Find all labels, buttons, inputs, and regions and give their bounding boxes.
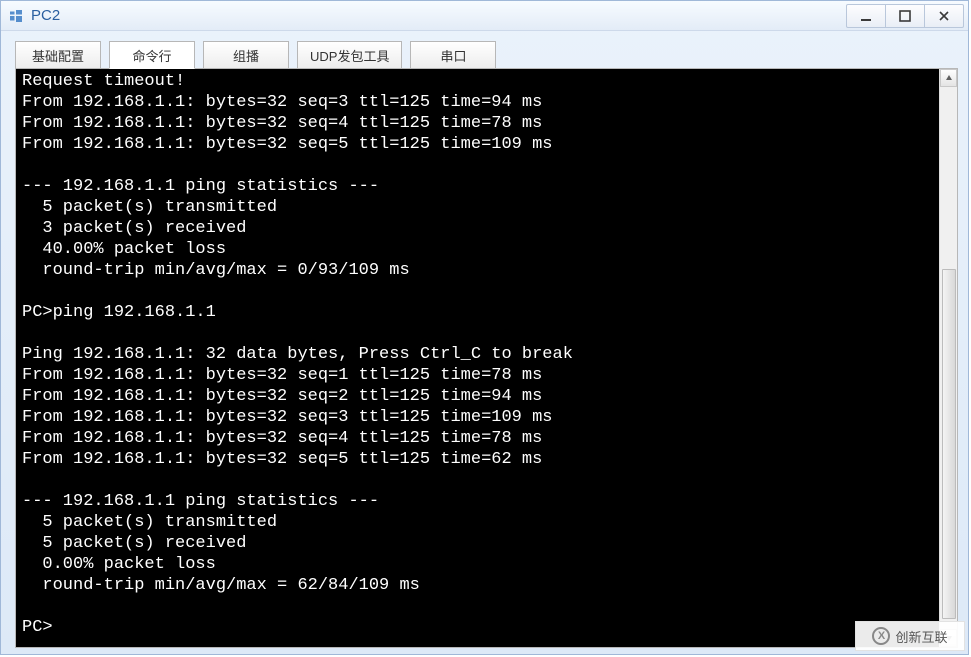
titlebar[interactable]: PC2: [1, 1, 968, 31]
scroll-up-button[interactable]: [940, 69, 957, 87]
terminal-output[interactable]: Request timeout! From 192.168.1.1: bytes…: [16, 69, 939, 647]
tab-label: 命令行: [132, 46, 171, 65]
close-button[interactable]: [924, 4, 964, 28]
watermark-text: 创新互联: [895, 627, 947, 646]
tab-bar: 基础配置 命令行 组播 UDP发包工具 串口: [15, 41, 958, 69]
window-controls: [847, 4, 964, 28]
tab-2[interactable]: 组播: [203, 41, 289, 69]
content-area: 基础配置 命令行 组播 UDP发包工具 串口 Request timeout! From…: [1, 31, 968, 654]
watermark: X 创新互联: [855, 621, 965, 651]
tab-1[interactable]: 命令行: [109, 41, 195, 69]
maximize-button[interactable]: [885, 4, 925, 28]
tab-label: UDP发包工具: [310, 46, 389, 65]
window-title: PC2: [31, 7, 847, 24]
terminal-panel: Request timeout! From 192.168.1.1: bytes…: [15, 68, 958, 648]
tab-3[interactable]: UDP发包工具: [297, 41, 402, 69]
scrollbar[interactable]: [939, 69, 957, 647]
tab-label: 基础配置: [32, 46, 84, 65]
app-window: PC2 基础配置 命令行 组播 UDP发包工具 串口 Request timeout! …: [0, 0, 969, 655]
watermark-logo-icon: X: [872, 627, 890, 645]
tab-label: 串口: [440, 46, 466, 65]
tab-4[interactable]: 串口: [410, 41, 496, 69]
app-icon: [7, 7, 25, 25]
scroll-thumb[interactable]: [942, 269, 956, 619]
minimize-button[interactable]: [846, 4, 886, 28]
tab-label: 组播: [233, 46, 259, 65]
tab-0[interactable]: 基础配置: [15, 41, 101, 69]
